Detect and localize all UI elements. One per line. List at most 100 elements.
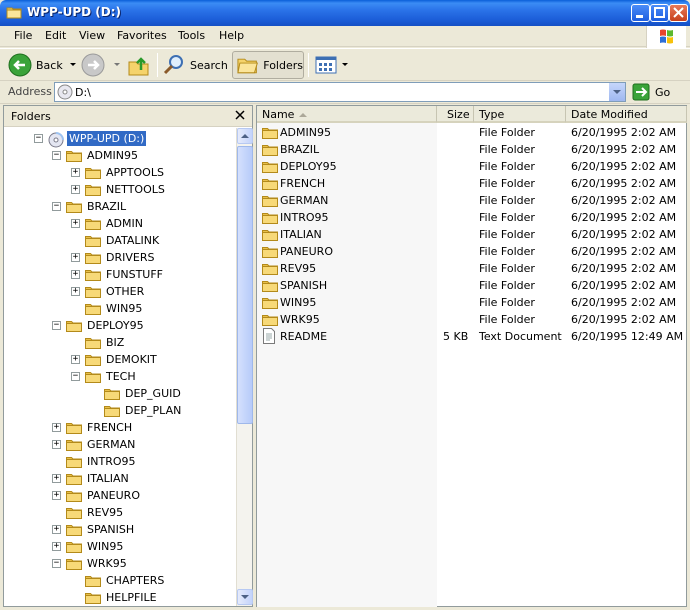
menu-view[interactable]: View bbox=[79, 29, 105, 42]
tree-node[interactable]: DEP_GUID bbox=[4, 385, 236, 402]
expand-icon[interactable]: + bbox=[52, 491, 61, 500]
tree-node[interactable]: − WRK95 bbox=[4, 555, 236, 572]
tree-node[interactable]: − DEPLOY95 bbox=[4, 317, 236, 334]
tree-node[interactable]: + ADMIN bbox=[4, 215, 236, 232]
file-row[interactable]: WRK95 File Folder 6/20/1995 2:02 AM bbox=[257, 311, 687, 328]
file-row[interactable]: README 5 KB Text Document 6/20/1995 12:49 A… bbox=[257, 328, 687, 345]
tree-node[interactable]: DATALINK bbox=[4, 232, 236, 249]
title-bar[interactable]: WPP-UPD (D:) bbox=[0, 0, 690, 26]
tree-node[interactable]: + PANEURO bbox=[4, 487, 236, 504]
tree-node[interactable]: WIN95 bbox=[4, 300, 236, 317]
tree-node[interactable]: + APPTOOLS bbox=[4, 164, 236, 181]
expand-icon[interactable]: + bbox=[71, 355, 80, 364]
folders-icon bbox=[237, 58, 258, 74]
file-type: Text Document bbox=[479, 330, 562, 343]
expand-icon[interactable]: + bbox=[71, 270, 80, 279]
file-row[interactable]: INTRO95 File Folder 6/20/1995 2:02 AM bbox=[257, 209, 687, 226]
tree-node-label: NETTOOLS bbox=[106, 183, 165, 196]
tree-node[interactable]: + WIN95 bbox=[4, 538, 236, 555]
menu-tools[interactable]: Tools bbox=[178, 29, 205, 42]
menu-edit[interactable]: Edit bbox=[45, 29, 66, 42]
file-name: GERMAN bbox=[280, 194, 329, 207]
address-input[interactable]: D:\ bbox=[54, 82, 626, 102]
chevron-up-icon bbox=[241, 134, 249, 138]
tree-node[interactable]: + OTHER bbox=[4, 283, 236, 300]
menu-file[interactable]: File bbox=[14, 29, 32, 42]
folders-button[interactable]: Folders bbox=[232, 51, 304, 79]
file-row[interactable]: PANEURO File Folder 6/20/1995 2:02 AM bbox=[257, 243, 687, 260]
maximize-button[interactable] bbox=[650, 4, 669, 22]
tree-node[interactable]: DEP_PLAN bbox=[4, 402, 236, 419]
close-icon[interactable] bbox=[234, 109, 246, 121]
tree-node[interactable]: + DRIVERS bbox=[4, 249, 236, 266]
address-dropdown-button[interactable] bbox=[608, 83, 625, 101]
file-row[interactable]: DEPLOY95 File Folder 6/20/1995 2:02 AM bbox=[257, 158, 687, 175]
collapse-icon[interactable]: − bbox=[34, 134, 43, 143]
expand-icon[interactable]: + bbox=[52, 474, 61, 483]
tree-node[interactable]: + FUNSTUFF bbox=[4, 266, 236, 283]
expand-icon[interactable]: + bbox=[71, 253, 80, 262]
tree-node-label: SPANISH bbox=[87, 523, 135, 536]
tree-node[interactable]: CHAPTERS bbox=[4, 572, 236, 589]
chevron-down-icon[interactable] bbox=[111, 61, 123, 69]
tree-node[interactable]: BIZ bbox=[4, 334, 236, 351]
column-header-type[interactable]: Type bbox=[474, 106, 566, 123]
go-label: Go bbox=[655, 85, 671, 99]
tree-node[interactable]: HELPFILE bbox=[4, 589, 236, 606]
tree-node[interactable]: − WPP-UPD (D:) bbox=[4, 130, 236, 148]
tree-node[interactable]: REV95 bbox=[4, 504, 236, 521]
expand-icon[interactable]: + bbox=[71, 185, 80, 194]
tree-node[interactable]: + GERMAN bbox=[4, 436, 236, 453]
menu-favorites[interactable]: Favorites bbox=[117, 29, 167, 42]
expand-icon[interactable]: + bbox=[71, 287, 80, 296]
tree-node[interactable]: − TECH bbox=[4, 368, 236, 385]
scroll-up-button[interactable] bbox=[237, 128, 253, 144]
expand-icon[interactable]: + bbox=[71, 168, 80, 177]
collapse-icon[interactable]: − bbox=[52, 202, 61, 211]
column-header-size[interactable]: Size bbox=[437, 106, 474, 123]
file-date-modified: 6/20/1995 2:02 AM bbox=[571, 262, 677, 275]
tree-vertical-scrollbar[interactable] bbox=[236, 128, 253, 606]
tree-node[interactable]: + DEMOKIT bbox=[4, 351, 236, 368]
minimize-button[interactable] bbox=[631, 4, 650, 22]
file-row[interactable]: SPANISH File Folder 6/20/1995 2:02 AM bbox=[257, 277, 687, 294]
tree-node[interactable]: + SPANISH bbox=[4, 521, 236, 538]
search-button[interactable]: Search bbox=[162, 51, 228, 79]
tree-node[interactable]: + ITALIAN bbox=[4, 470, 236, 487]
file-row[interactable]: FRENCH File Folder 6/20/1995 2:02 AM bbox=[257, 175, 687, 192]
back-button[interactable]: Back bbox=[8, 51, 79, 79]
tree-node[interactable]: + NETTOOLS bbox=[4, 181, 236, 198]
file-row[interactable]: WIN95 File Folder 6/20/1995 2:02 AM bbox=[257, 294, 687, 311]
file-row[interactable]: REV95 File Folder 6/20/1995 2:02 AM bbox=[257, 260, 687, 277]
file-row[interactable]: GERMAN File Folder 6/20/1995 2:02 AM bbox=[257, 192, 687, 209]
expand-icon[interactable]: + bbox=[71, 219, 80, 228]
forward-button[interactable] bbox=[81, 51, 123, 79]
scroll-down-button[interactable] bbox=[237, 589, 253, 605]
collapse-icon[interactable]: − bbox=[52, 559, 61, 568]
menu-help[interactable]: Help bbox=[219, 29, 244, 42]
go-button[interactable]: Go bbox=[632, 83, 670, 101]
collapse-icon[interactable]: − bbox=[52, 151, 61, 160]
tree-node[interactable]: − ADMIN95 bbox=[4, 147, 236, 164]
up-folder-button[interactable] bbox=[127, 51, 151, 79]
expand-icon[interactable]: + bbox=[52, 440, 61, 449]
tree-node[interactable]: INTRO95 bbox=[4, 453, 236, 470]
expand-icon[interactable]: + bbox=[52, 542, 61, 551]
file-row[interactable]: ITALIAN File Folder 6/20/1995 2:02 AM bbox=[257, 226, 687, 243]
expand-icon[interactable]: + bbox=[52, 423, 61, 432]
expand-icon[interactable]: + bbox=[52, 525, 61, 534]
file-type: File Folder bbox=[479, 296, 535, 309]
views-button[interactable] bbox=[314, 51, 350, 79]
collapse-icon[interactable]: − bbox=[71, 372, 80, 381]
file-row[interactable]: ADMIN95 File Folder 6/20/1995 2:02 AM bbox=[257, 124, 687, 141]
tree-node[interactable]: − BRAZIL bbox=[4, 198, 236, 215]
collapse-icon[interactable]: − bbox=[52, 321, 61, 330]
column-header-date-modified[interactable]: Date Modified bbox=[566, 106, 687, 123]
chevron-down-icon[interactable] bbox=[340, 61, 350, 69]
tree-node[interactable]: + FRENCH bbox=[4, 419, 236, 436]
file-row[interactable]: BRAZIL File Folder 6/20/1995 2:02 AM bbox=[257, 141, 687, 158]
close-button[interactable] bbox=[669, 4, 688, 22]
scroll-thumb[interactable] bbox=[237, 146, 253, 424]
chevron-down-icon[interactable] bbox=[67, 61, 79, 69]
column-header-name[interactable]: Name bbox=[257, 106, 437, 123]
